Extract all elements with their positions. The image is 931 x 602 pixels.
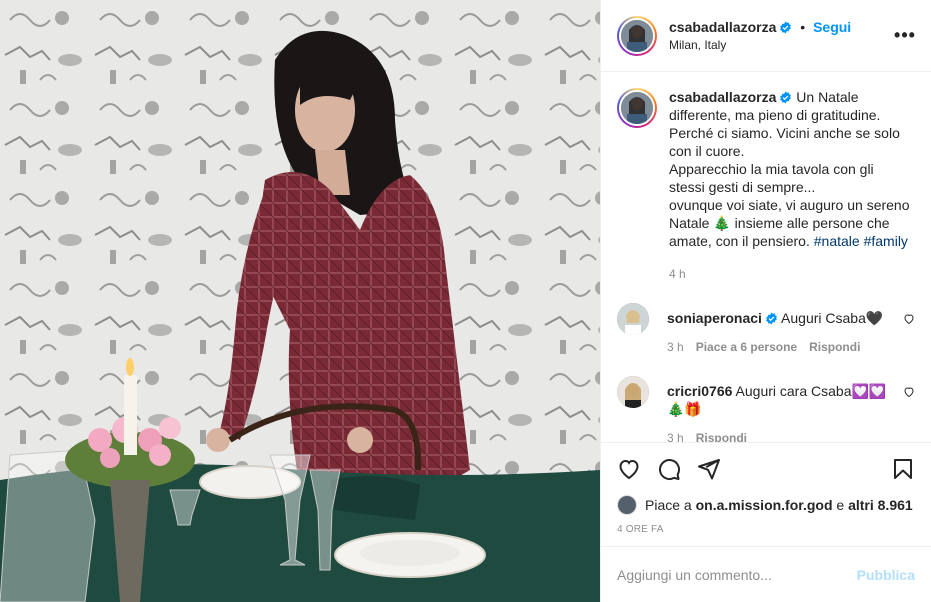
caption-text: csabadallazorza Un Natale differente, ma… — [669, 88, 915, 250]
caption-line: ovunque voi siate, vi auguro un sereno — [669, 197, 910, 213]
verified-badge-icon — [780, 21, 792, 34]
post-location[interactable]: Milan, Italy — [669, 38, 893, 52]
caption-line: Natale 🎄 insieme alle persone che — [669, 215, 890, 231]
caption-line: Un Natale — [796, 89, 859, 105]
like-heart-icon[interactable] — [617, 457, 641, 481]
heart-icon[interactable] — [903, 313, 915, 325]
post-header: csabadallazorza • Segui Milan, Italy ••• — [601, 0, 931, 72]
caption-username[interactable]: csabadallazorza — [669, 89, 776, 105]
caption-timestamp[interactable]: 4 h — [669, 267, 915, 281]
action-bar — [601, 442, 931, 494]
caption-block: csabadallazorza Un Natale differente, ma… — [617, 88, 915, 281]
likes-middle: e — [836, 497, 845, 513]
verified-badge-icon — [780, 91, 792, 104]
post-photo[interactable] — [0, 0, 600, 602]
share-paper-plane-icon[interactable] — [697, 457, 721, 481]
author-avatar[interactable] — [617, 15, 657, 56]
publish-button[interactable]: Pubblica — [857, 567, 915, 583]
post-side-panel: csabadallazorza • Segui Milan, Italy •••… — [600, 0, 931, 602]
caption-line: con il cuore. — [669, 143, 745, 159]
caption-line: Perché ci siamo. Vicini anche se solo — [669, 125, 900, 141]
follow-button[interactable]: Segui — [813, 19, 851, 35]
likes-others-link[interactable]: altri 8.961 — [848, 497, 913, 513]
hashtag-link[interactable]: #natale — [814, 233, 860, 249]
separator-dot: • — [800, 19, 806, 35]
comment-item: soniaperonaci Auguri Csaba🖤 3 h Piace a … — [617, 303, 915, 354]
commenter-username[interactable]: soniaperonaci — [667, 310, 762, 326]
author-username[interactable]: csabadallazorza — [669, 19, 776, 35]
comment-text: Auguri Csaba🖤 — [781, 310, 884, 326]
comment-timestamp[interactable]: 3 h — [667, 340, 684, 354]
commenter-avatar[interactable] — [617, 376, 649, 408]
photo-scene — [0, 0, 600, 602]
add-comment-bar: Aggiungi un commento... Pubblica — [601, 546, 931, 602]
heart-icon[interactable] — [903, 386, 915, 398]
hashtag-link[interactable]: #family — [864, 233, 908, 249]
caption-avatar[interactable] — [617, 88, 657, 128]
likes-summary: Piace a on.a.mission.for.god e altri 8.9… — [601, 494, 931, 516]
comment-likes-link[interactable]: Piace a 6 persone — [696, 340, 797, 354]
reply-button[interactable]: Rispondi — [809, 340, 860, 354]
commenter-username[interactable]: cricri0766 — [667, 383, 732, 399]
caption-line: amate, con il pensiero. — [669, 233, 810, 249]
caption-line: Apparecchio la mia tavola con gli — [669, 161, 874, 177]
comment-item: cricri0766 Auguri cara Csaba💟💟🎄🎁 3 h Ris… — [617, 376, 915, 442]
caption-line: stessi gesti di sempre... — [669, 179, 816, 195]
save-bookmark-icon[interactable] — [891, 457, 915, 481]
reply-button[interactable]: Rispondi — [696, 431, 747, 442]
post-date[interactable]: 4 ORE FA — [601, 516, 931, 546]
verified-badge-icon — [766, 312, 777, 325]
comment-timestamp[interactable]: 3 h — [667, 431, 684, 442]
liker-username[interactable]: on.a.mission.for.god — [696, 497, 833, 513]
comment-bubble-icon[interactable] — [657, 457, 681, 481]
likes-prefix: Piace a — [645, 497, 692, 513]
comment-input[interactable]: Aggiungi un commento... — [617, 567, 857, 583]
comments-scroll-area[interactable]: csabadallazorza Un Natale differente, ma… — [601, 72, 931, 442]
more-options-icon[interactable]: ••• — [893, 25, 917, 46]
liker-avatar[interactable] — [617, 495, 637, 515]
commenter-avatar[interactable] — [617, 303, 649, 335]
caption-line: differente, ma pieno di gratitudine. — [669, 107, 881, 123]
